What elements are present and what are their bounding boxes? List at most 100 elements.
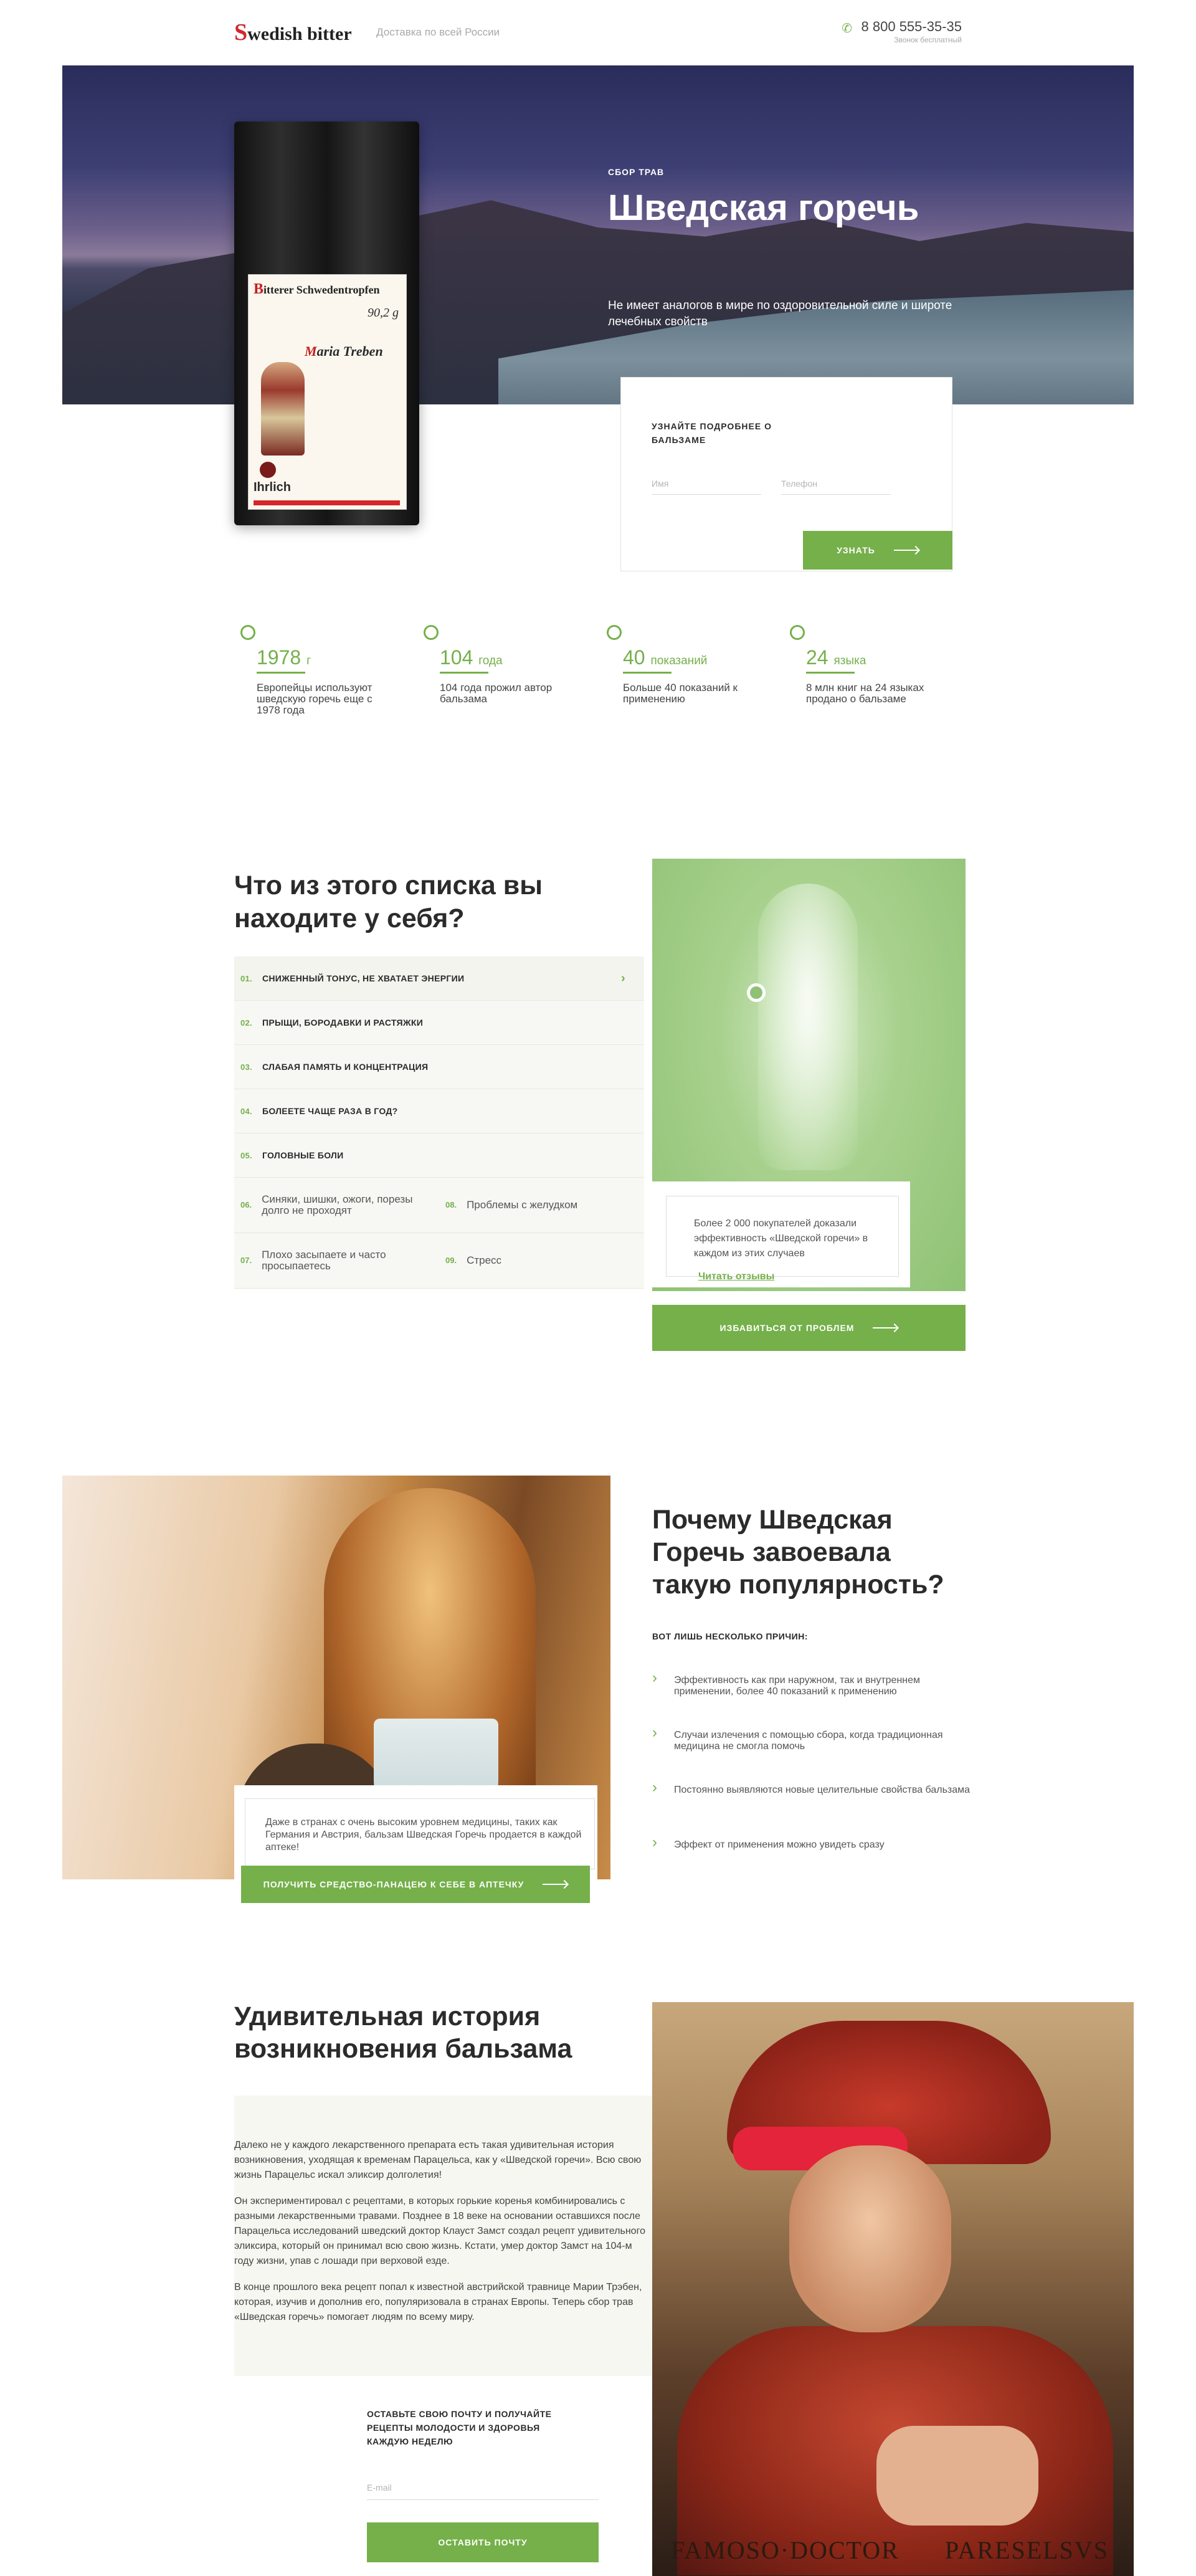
stat-number: 104 bbox=[440, 646, 473, 669]
symptom-cell[interactable]: 09. Стресс bbox=[439, 1233, 644, 1288]
target-dot-icon bbox=[747, 983, 766, 1002]
symptom-number: 01. bbox=[240, 973, 252, 983]
symptoms-title: Что из этого списка вы находите у себя? bbox=[234, 871, 543, 933]
stat-desc: 8 млн книг на 24 языках продано о бальза… bbox=[806, 682, 924, 705]
phone-icon: ✆ bbox=[842, 22, 852, 36]
symptom-number: 07. bbox=[240, 1256, 252, 1265]
info-form-title: УЗНАЙТЕ ПОДРОБНЕЕ О БАЛЬЗАМЕ bbox=[652, 421, 772, 445]
reason-item: Постоянно выявляются новые целительные с… bbox=[652, 1782, 976, 1796]
circle-icon bbox=[790, 625, 805, 640]
package-seal-icon bbox=[260, 462, 276, 478]
subscribe-button[interactable]: ОСТАВИТЬ ПОЧТУ bbox=[367, 2522, 599, 2562]
symptom-label: Синяки, шишки, ожоги, порезы долго не пр… bbox=[262, 1193, 413, 1216]
phone-input[interactable] bbox=[781, 472, 891, 495]
phone-note: Звонок бесплатный bbox=[894, 36, 962, 44]
arrow-right-icon bbox=[543, 1884, 568, 1885]
symptom-row[interactable]: 01. СНИЖЕННЫЙ ТОНУС, НЕ ХВАТАЕТ ЭНЕРГИИ › bbox=[234, 956, 644, 1001]
hands-shape bbox=[876, 2426, 1038, 2526]
history-paragraph: Далеко не у каждого лекарственного препа… bbox=[234, 2140, 642, 2180]
symptoms-list: 01. СНИЖЕННЫЙ ТОНУС, НЕ ХВАТАЕТ ЭНЕРГИИ › … bbox=[234, 956, 644, 1289]
stat-indications: 40 показаний Больше 40 показаний к приме… bbox=[600, 625, 762, 705]
arrow-right-icon bbox=[893, 550, 919, 551]
symptom-number: 03. bbox=[240, 1062, 252, 1072]
hero-tag: СБОР ТРАВ bbox=[608, 167, 665, 177]
logo-text: Swedish bitter bbox=[234, 19, 352, 45]
symptom-label: СЛАБАЯ ПАМЯТЬ И КОНЦЕНТРАЦИЯ bbox=[262, 1062, 429, 1072]
stat-unit: г bbox=[306, 654, 311, 667]
package-label: Bitterer Schwedentropfen 90,2 g Maria Tr… bbox=[248, 274, 407, 510]
circle-icon bbox=[607, 625, 622, 640]
history-paragraph: Он экспериментировал с рецептами, в кото… bbox=[234, 2196, 645, 2266]
stat-age: 104 года 104 года прожил автор бальзама bbox=[417, 625, 579, 705]
package-label-title: Bitterer Schwedentropfen bbox=[254, 281, 380, 297]
get-remedy-button[interactable]: ПОЛУЧИТЬ СРЕДСТВО-ПАНАЦЕЮ К СЕБЕ В АПТЕЧ… bbox=[241, 1866, 590, 1903]
portrait-inscription: FAMOSO·DOCTOR bbox=[671, 2536, 899, 2564]
pharmacy-text: Даже в странах с очень высоким уровнем м… bbox=[265, 1817, 582, 1853]
symptom-number: 09. bbox=[445, 1256, 457, 1265]
stat-underline bbox=[806, 672, 855, 674]
body-figure bbox=[758, 884, 858, 1170]
learn-more-label: УЗНАТЬ bbox=[837, 545, 875, 555]
symptom-number: 02. bbox=[240, 1018, 252, 1028]
package-stripe bbox=[254, 500, 400, 505]
hero-banner bbox=[62, 65, 1134, 404]
learn-more-button[interactable]: УЗНАТЬ bbox=[803, 531, 952, 570]
symptom-row[interactable]: 04. БОЛЕЕТЕ ЧАЩЕ РАЗА В ГОД? bbox=[234, 1089, 644, 1133]
stat-unit: показаний bbox=[650, 654, 708, 667]
symptom-number: 08. bbox=[445, 1200, 457, 1209]
symptom-row[interactable]: 03. СЛАБАЯ ПАМЯТЬ И КОНЦЕНТРАЦИЯ bbox=[234, 1045, 644, 1089]
stat-underline bbox=[257, 672, 305, 674]
circle-icon bbox=[240, 625, 255, 640]
stat-languages: 24 языка 8 млн книг на 24 языках продано… bbox=[784, 625, 946, 705]
symptom-cell[interactable]: 06. Синяки, шишки, ожоги, порезы долго не… bbox=[234, 1178, 439, 1233]
stat-unit: языка bbox=[833, 654, 866, 667]
reasons-subtitle: ВОТ ЛИШЬ НЕСКОЛЬКО ПРИЧИН: bbox=[652, 1631, 808, 1641]
stat-underline bbox=[440, 672, 488, 674]
get-remedy-label: ПОЛУЧИТЬ СРЕДСТВО-ПАНАЦЕЮ К СЕБЕ В АПТЕЧ… bbox=[263, 1879, 524, 1889]
stat-unit: года bbox=[478, 654, 503, 667]
phone-link[interactable]: 8 800 555-35-35 bbox=[861, 19, 962, 35]
hero-title: Шведская горечь bbox=[608, 188, 919, 228]
portrait-inscription: PARESELSVS bbox=[944, 2536, 1109, 2564]
chevron-right-icon: › bbox=[621, 971, 625, 985]
symptom-label: Проблемы с желудком bbox=[467, 1199, 578, 1211]
delivery-note: Доставка по всей России bbox=[376, 26, 500, 38]
subscribe-label: ОСТАВИТЬ ПОЧТУ bbox=[438, 2537, 528, 2547]
email-input[interactable] bbox=[367, 2475, 599, 2500]
subscribe-title: ОСТАВЬТЕ СВОЮ ПОЧТУ И ПОЛУЧАЙТЕ РЕЦЕПТЫ … bbox=[367, 2409, 552, 2446]
symptom-cell[interactable]: 08. Проблемы с желудком bbox=[439, 1178, 644, 1233]
symptom-row[interactable]: 05. ГОЛОВНЫЕ БОЛИ bbox=[234, 1133, 644, 1178]
symptom-cell[interactable]: 07. Плохо засыпаете и часто просыпаетесь bbox=[234, 1233, 439, 1288]
symptom-number: 05. bbox=[240, 1150, 252, 1160]
symptom-number: 04. bbox=[240, 1106, 252, 1116]
fix-problems-label: ИЗБАВИТЬСЯ ОТ ПРОБЛЕМ bbox=[719, 1323, 855, 1333]
history-paragraph: В конце прошлого века рецепт попал к изв… bbox=[234, 2282, 642, 2322]
reviews-text: Более 2 000 покупателей доказали эффекти… bbox=[694, 1218, 868, 1259]
circle-icon bbox=[424, 625, 439, 640]
symptom-label: СНИЖЕННЫЙ ТОНУС, НЕ ХВАТАЕТ ЭНЕРГИИ bbox=[262, 973, 465, 983]
fix-problems-button[interactable]: ИЗБАВИТЬСЯ ОТ ПРОБЛЕМ bbox=[652, 1305, 966, 1351]
symptom-label: ПРЫЩИ, БОРОДАВКИ И РАСТЯЖКИ bbox=[262, 1018, 424, 1028]
stat-number: 1978 bbox=[257, 646, 301, 669]
reason-item: Случаи излечения с помощью сбора, когда … bbox=[652, 1727, 976, 1752]
symptom-row[interactable]: 02. ПРЫЩИ, БОРОДАВКИ И РАСТЯЖКИ bbox=[234, 1001, 644, 1045]
symptom-grid-row: 06. Синяки, шишки, ожоги, порезы долго не… bbox=[234, 1178, 644, 1233]
stat-desc: Европейцы используют шведскую горечь еще… bbox=[257, 682, 373, 716]
package-brand: Ihrlich bbox=[254, 480, 292, 494]
hero-subtitle: Не имеет аналогов в мире по оздоровитель… bbox=[608, 299, 952, 328]
stat-desc: 104 года прожил автор бальзама bbox=[440, 682, 553, 705]
package-weight: 90,2 g bbox=[368, 306, 399, 320]
history-title: Удивительная история возникновения бальз… bbox=[234, 2001, 572, 2064]
stat-number: 40 bbox=[623, 646, 645, 669]
name-input[interactable] bbox=[652, 472, 761, 495]
symptom-number: 06. bbox=[240, 1200, 252, 1209]
paracelsus-portrait-image: FAMOSO·DOCTOR PARESELSVS bbox=[652, 2002, 1134, 2576]
logo[interactable]: Swedish bitter bbox=[234, 19, 352, 46]
read-reviews-link[interactable]: Читать отзывы bbox=[698, 1271, 774, 1282]
symptom-label: БОЛЕЕТЕ ЧАЩЕ РАЗА В ГОД? bbox=[262, 1106, 398, 1116]
symptom-label: Плохо засыпаете и часто просыпаетесь bbox=[262, 1249, 386, 1272]
arrow-right-icon bbox=[873, 1327, 898, 1329]
symptom-grid-row: 07. Плохо засыпаете и часто просыпаетесь … bbox=[234, 1233, 644, 1289]
reason-item: Эффект от применения можно увидеть сразу bbox=[652, 1837, 976, 1851]
package-figure-image bbox=[261, 362, 305, 456]
